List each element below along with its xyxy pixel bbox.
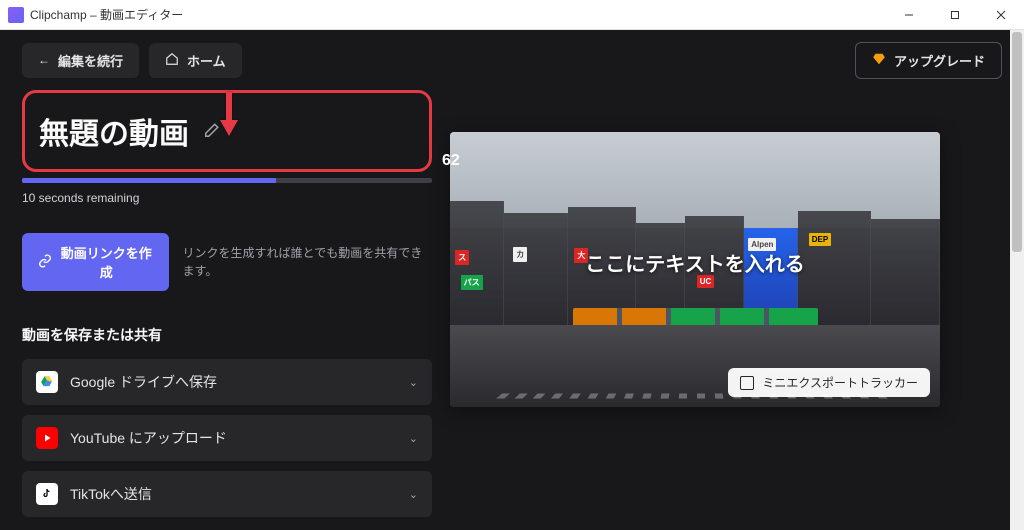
export-remaining-text: 10 seconds remaining <box>22 191 432 205</box>
video-title-block: 無題の動画 <box>22 90 432 172</box>
progress-percent-text: 62 <box>442 152 460 170</box>
window-title: Clipchamp – 動画エディター <box>30 6 886 23</box>
top-nav: ← 編集を続行 ホーム アップグレード <box>0 30 1024 90</box>
diamond-icon <box>872 52 886 69</box>
preview-text-overlay: ここにテキストを入れる <box>450 248 940 277</box>
share-item-label: Google ドライブへ保存 <box>70 372 217 392</box>
share-item-label: YouTube にアップロード <box>70 428 227 448</box>
scrollbar-thumb[interactable] <box>1012 32 1022 252</box>
continue-editing-label: 編集を続行 <box>58 51 123 70</box>
create-link-row: 動画リンクを作成 リンクを生成すれば誰とでも動画を共有できます。 <box>22 233 432 291</box>
share-youtube[interactable]: YouTube にアップロード ⌄ <box>22 415 432 461</box>
window-titlebar: Clipchamp – 動画エディター <box>0 0 1024 30</box>
edit-title-icon[interactable] <box>199 119 223 143</box>
youtube-icon <box>36 427 58 449</box>
share-tiktok[interactable]: TikTokへ送信 ⌄ <box>22 471 432 517</box>
window-close-button[interactable] <box>978 0 1024 30</box>
create-link-label: 動画リンクを作成 <box>60 243 153 281</box>
export-progress-fill <box>22 178 276 183</box>
continue-editing-button[interactable]: ← 編集を続行 <box>22 43 139 78</box>
save-share-title: 動画を保存または共有 <box>22 325 432 345</box>
app-body: ← 編集を続行 ホーム アップグレード 無題の動画 <box>0 30 1024 530</box>
main-content: 無題の動画 10 seconds remaining 動画リンクを作成 リンクを… <box>0 90 1010 530</box>
chevron-down-icon: ⌄ <box>409 488 418 501</box>
mini-tracker-label: ミニエクスポートトラッカー <box>762 374 918 391</box>
tracker-icon <box>740 376 754 390</box>
share-item-label: TikTokへ送信 <box>70 484 152 504</box>
upgrade-label: アップグレード <box>894 51 985 70</box>
window-controls <box>886 0 1024 30</box>
app-icon <box>8 7 24 23</box>
google-drive-icon <box>36 371 58 393</box>
create-link-description: リンクを生成すれば誰とでも動画を共有できます。 <box>183 244 432 280</box>
page-scrollbar[interactable] <box>1010 30 1024 530</box>
link-icon <box>38 254 52 271</box>
chevron-down-icon: ⌄ <box>409 376 418 389</box>
create-video-link-button[interactable]: 動画リンクを作成 <box>22 233 169 291</box>
home-button[interactable]: ホーム <box>149 43 242 78</box>
home-icon <box>165 52 179 69</box>
arrow-left-icon: ← <box>38 53 50 67</box>
upgrade-button[interactable]: アップグレード <box>855 42 1002 79</box>
video-title[interactable]: 無題の動画 <box>39 109 189 153</box>
chevron-down-icon: ⌄ <box>409 432 418 445</box>
export-panel: 無題の動画 10 seconds remaining 動画リンクを作成 リンクを… <box>22 90 432 530</box>
video-preview: ス パス カ 大 UC A <box>450 132 940 407</box>
export-progress-bar <box>22 178 432 183</box>
home-label: ホーム <box>187 51 226 70</box>
mini-export-tracker-button[interactable]: ミニエクスポートトラッカー <box>728 368 930 397</box>
tiktok-icon <box>36 483 58 505</box>
preview-panel: 62 ス パス カ 大 <box>450 132 988 530</box>
window-maximize-button[interactable] <box>932 0 978 30</box>
share-google-drive[interactable]: Google ドライブへ保存 ⌄ <box>22 359 432 405</box>
window-minimize-button[interactable] <box>886 0 932 30</box>
